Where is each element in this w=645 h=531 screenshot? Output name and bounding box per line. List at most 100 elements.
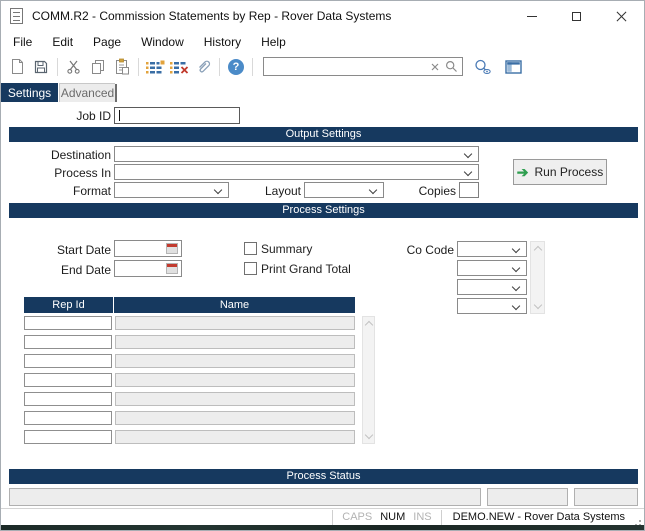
format-label: Format — [1, 183, 111, 199]
ins-indicator: INS — [409, 511, 435, 523]
process-status-field-3 — [574, 488, 638, 506]
print-grand-total-checkbox[interactable] — [244, 262, 257, 275]
toolbar-separator — [57, 58, 58, 76]
copies-input[interactable] — [459, 182, 479, 198]
caps-indicator: CAPS — [338, 511, 376, 523]
calendar-icon[interactable] — [166, 243, 178, 254]
run-process-label: Run Process — [535, 165, 604, 179]
new-document-button[interactable] — [5, 56, 29, 78]
menu-history[interactable]: History — [194, 32, 251, 52]
rep-id-cell[interactable] — [24, 354, 112, 368]
print-grand-total-label: Print Grand Total — [261, 262, 351, 276]
destination-select[interactable] — [114, 146, 479, 162]
end-date-field[interactable] — [114, 260, 182, 277]
menu-help[interactable]: Help — [251, 32, 296, 52]
chevron-down-icon — [512, 283, 520, 291]
table-row — [24, 411, 355, 425]
toolbar-search[interactable] — [263, 57, 463, 76]
name-cell — [115, 335, 355, 349]
co-code-select-1[interactable] — [457, 241, 527, 257]
tab-advanced[interactable]: Advanced — [59, 83, 115, 102]
paste-button[interactable] — [110, 56, 134, 78]
grid-remove-button[interactable] — [167, 56, 191, 78]
rep-id-cell[interactable] — [24, 335, 112, 349]
attach-button[interactable] — [191, 56, 215, 78]
process-in-select[interactable] — [114, 164, 479, 180]
rep-id-cell[interactable] — [24, 392, 112, 406]
scroll-down-icon[interactable] — [533, 301, 541, 309]
co-code-select-2[interactable] — [457, 260, 527, 276]
name-cell — [115, 316, 355, 330]
minimize-icon — [527, 16, 537, 17]
close-icon — [616, 11, 627, 22]
co-code-label: Co Code — [371, 242, 454, 258]
end-date-label: End Date — [1, 262, 111, 278]
table-row — [24, 373, 355, 387]
search-input[interactable] — [264, 59, 429, 74]
name-cell — [115, 373, 355, 387]
start-date-label: Start Date — [1, 242, 111, 258]
name-column-header: Name — [114, 297, 355, 313]
menu-window[interactable]: Window — [131, 32, 194, 52]
rep-table-scrollbar[interactable] — [362, 316, 375, 444]
calendar-icon[interactable] — [166, 263, 178, 274]
layout-select[interactable] — [304, 182, 384, 198]
save-button[interactable] — [29, 56, 53, 78]
co-code-scrollbar[interactable] — [530, 241, 545, 314]
chevron-down-icon — [214, 186, 222, 194]
resize-grip[interactable] — [631, 514, 641, 524]
toolbar-separator — [219, 58, 220, 76]
text-caret — [119, 110, 120, 121]
name-cell — [115, 392, 355, 406]
help-button[interactable]: ? — [224, 56, 248, 78]
scroll-down-icon[interactable] — [364, 431, 372, 439]
menu-page[interactable]: Page — [83, 32, 131, 52]
window-title: COMM.R2 - Commission Statements by Rep -… — [32, 9, 391, 23]
start-date-field[interactable] — [114, 240, 182, 257]
table-row — [24, 335, 355, 349]
chevron-down-icon — [512, 302, 520, 310]
scroll-up-icon[interactable] — [364, 321, 372, 329]
table-row — [24, 316, 355, 330]
name-cell — [115, 430, 355, 444]
chevron-down-icon — [464, 150, 472, 158]
scroll-up-icon[interactable] — [533, 246, 541, 254]
close-button[interactable] — [599, 1, 644, 31]
process-status-field-2 — [487, 488, 568, 506]
toolbar-separator — [252, 58, 253, 76]
name-cell — [115, 411, 355, 425]
process-in-label: Process In — [1, 165, 111, 181]
menu-file[interactable]: File — [3, 32, 42, 52]
copy-button[interactable] — [86, 56, 110, 78]
find-preview-button[interactable] — [471, 56, 495, 78]
attach-icon — [195, 58, 212, 75]
clear-search-icon[interactable] — [429, 61, 441, 73]
co-code-select-3[interactable] — [457, 279, 527, 295]
tab-settings[interactable]: Settings — [1, 83, 58, 102]
grid-remove-icon — [170, 60, 189, 74]
format-select[interactable] — [114, 182, 229, 198]
rep-id-cell[interactable] — [24, 373, 112, 387]
maximize-button[interactable] — [554, 1, 599, 31]
save-icon — [33, 59, 49, 75]
cut-icon — [66, 59, 82, 75]
summary-checkbox[interactable] — [244, 242, 257, 255]
minimize-button[interactable] — [509, 1, 554, 31]
job-id-field[interactable] — [114, 107, 240, 124]
statusbar-separator — [441, 510, 442, 525]
cut-button[interactable] — [62, 56, 86, 78]
layout-label: Layout — [251, 183, 301, 199]
rep-id-cell[interactable] — [24, 430, 112, 444]
run-process-button[interactable]: ➔ Run Process — [513, 159, 607, 185]
search-icon[interactable] — [445, 60, 458, 73]
rep-id-cell[interactable] — [24, 316, 112, 330]
grid-add-button[interactable] — [143, 56, 167, 78]
help-icon: ? — [228, 59, 244, 75]
toolbar: ? — [1, 53, 644, 80]
menu-edit[interactable]: Edit — [42, 32, 83, 52]
rep-id-cell[interactable] — [24, 411, 112, 425]
paste-icon — [114, 58, 130, 75]
co-code-select-4[interactable] — [457, 298, 527, 314]
layout-panel-button[interactable] — [501, 56, 525, 78]
status-bar: CAPS NUM INS DEMO.NEW - Rover Data Syste… — [1, 508, 644, 525]
